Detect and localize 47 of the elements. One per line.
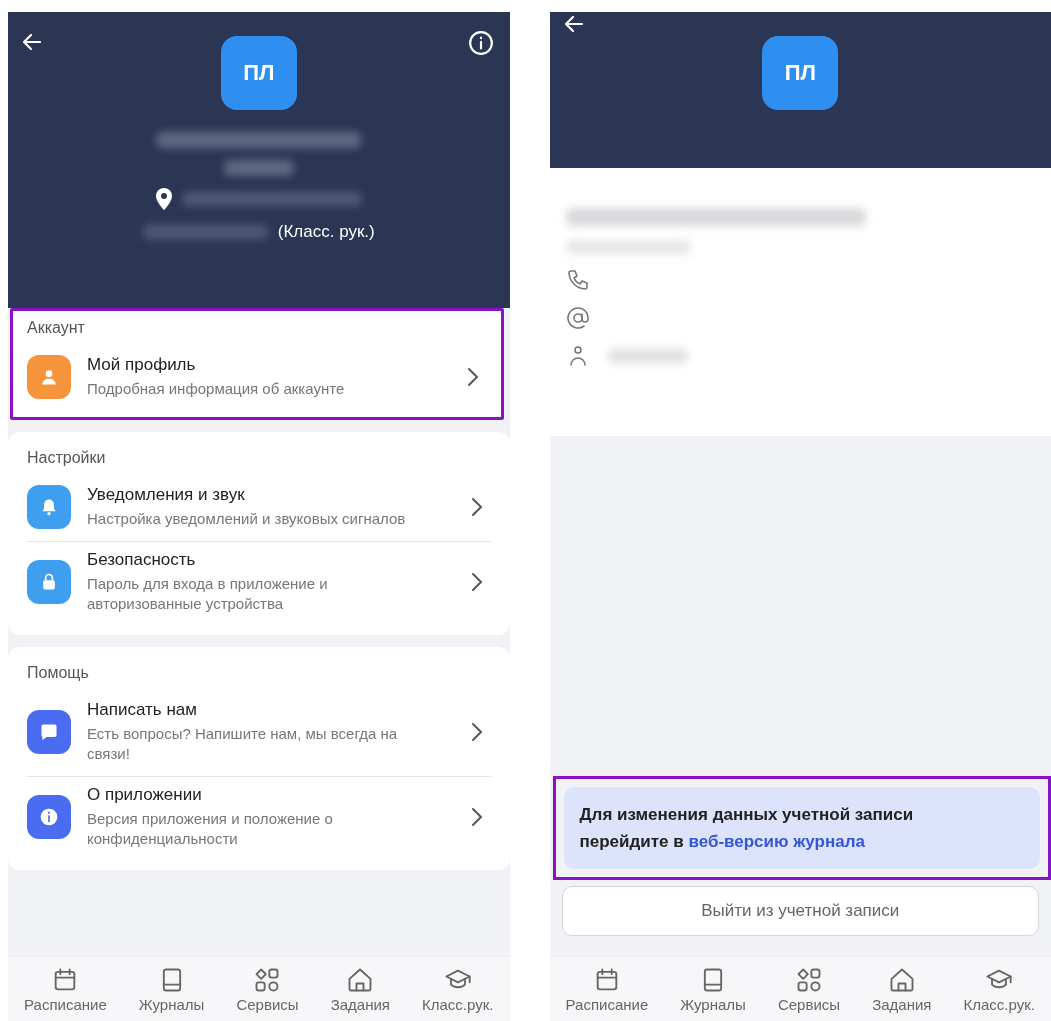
settings-item[interactable]: Безопасность Пароль для входа в приложение и авторизованные устройства <box>27 542 491 626</box>
nav-tab[interactable]: Класс.рук. <box>961 965 1037 1013</box>
info-icon[interactable] <box>467 30 494 56</box>
nav-tab[interactable]: Задания <box>870 965 934 1013</box>
avatar: ПЛ <box>220 36 297 110</box>
location-pin-icon <box>155 188 172 210</box>
web-version-link[interactable]: веб-версию журнала <box>688 832 865 851</box>
chat-icon <box>39 722 59 742</box>
chevron-right-icon <box>470 497 483 517</box>
settings-item[interactable]: Написать нам Есть вопросы? Напишите нам, мы всегда на связи! <box>27 692 491 777</box>
chevron-right-icon <box>470 807 483 827</box>
section-title: Настройки <box>27 449 107 467</box>
nav-tab[interactable]: Расписание <box>22 965 109 1013</box>
role-text: (Класс. рук.) <box>277 222 375 242</box>
settings-item[interactable]: Мой профиль Подробная информация об аккаунте <box>27 347 487 411</box>
nav-tab[interactable]: Сервисы <box>234 965 301 1013</box>
item-subtitle: Версия приложения и положение о конфиденциальности <box>87 809 334 849</box>
chevron-right-icon <box>466 367 479 387</box>
phone-icon <box>565 268 590 292</box>
item-title: Безопасность <box>87 550 197 570</box>
item-subtitle: Подробная информация об аккаунте <box>87 379 346 399</box>
avatar: ПЛ <box>762 36 839 110</box>
item-subtitle: Пароль для входа в приложение и авторизованные устройства <box>87 574 329 614</box>
chevron-right-icon <box>470 572 483 592</box>
nav-tab[interactable]: Сервисы <box>775 965 843 1013</box>
blurred-text <box>223 160 294 176</box>
nav-tab[interactable]: Журналы <box>136 965 207 1013</box>
logout-button[interactable]: Выйти из учетной записи <box>561 886 1039 936</box>
settings-item[interactable]: О приложении Версия приложения и положение о конфиденциальности <box>27 777 491 861</box>
nav-tab[interactable]: Класс.рук. <box>420 965 496 1013</box>
item-subtitle: Настройка уведомлений и звуковых сигналов <box>87 509 407 529</box>
chevron-right-icon <box>470 722 483 742</box>
nav-tab[interactable]: Журналы <box>678 965 748 1013</box>
section-title: Аккаунт <box>27 319 86 337</box>
info-icon <box>39 807 59 827</box>
item-title: Написать нам <box>87 700 198 720</box>
at-sign-icon <box>565 306 590 330</box>
person-icon <box>39 367 59 387</box>
info-notice: Для изменения данных учетной записи перейдите в веб-версию журнала <box>563 787 1040 869</box>
settings-item[interactable]: Уведомления и звук Настройка уведомлений и звуковых сигналов <box>27 477 491 542</box>
nav-tab[interactable]: Расписание <box>563 965 651 1013</box>
item-title: Мой профиль <box>87 355 197 375</box>
item-title: О приложении <box>87 785 203 805</box>
item-subtitle: Есть вопросы? Напишите нам, мы всегда на связи! <box>87 724 399 764</box>
section-title: Помощь <box>27 664 90 682</box>
item-title: Уведомления и звук <box>87 485 246 505</box>
nav-tab[interactable]: Задания <box>328 965 392 1013</box>
